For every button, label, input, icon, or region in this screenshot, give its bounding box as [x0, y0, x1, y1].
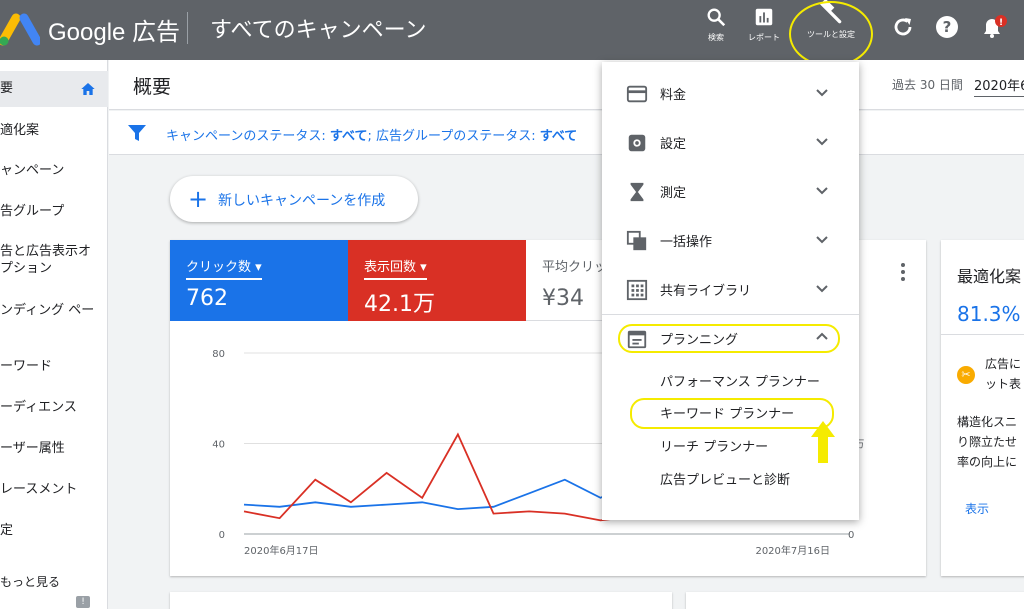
metric-impressions[interactable]: 表示回数 ▾ 42.1万: [348, 240, 526, 321]
new-campaign-label: 新しいキャンペーンを作成: [218, 193, 386, 209]
search-button[interactable]: 検索: [700, 6, 732, 43]
help-icon[interactable]: ?: [935, 15, 959, 39]
refresh-icon[interactable]: [891, 15, 915, 39]
grid-icon: [626, 279, 648, 301]
submenu-reach-planner[interactable]: リーチ プランナー: [660, 436, 768, 455]
sidebar-item-overview[interactable]: 要: [0, 71, 108, 107]
scissors-icon: ✂: [957, 366, 975, 384]
hourglass-icon: [630, 182, 644, 202]
metric-avg-cpc[interactable]: 平均クリッ ¥34: [526, 240, 602, 321]
chevron-down-icon: [816, 236, 828, 244]
brand-name: Google 広告: [48, 19, 181, 46]
google-ads-logo-icon: [0, 13, 40, 46]
menu-item-label: 設定: [660, 137, 687, 152]
view-link[interactable]: 表示: [965, 500, 989, 517]
new-campaign-button[interactable]: + 新しいキャンペーンを作成: [170, 176, 418, 222]
menu-item-label: 共有ライブラリ: [660, 284, 752, 299]
chevron-down-icon: [816, 138, 828, 146]
keyword-planner-highlight: [630, 398, 834, 429]
date-range-selector[interactable]: 2020年6: [974, 75, 1024, 97]
y-tick-label-left: 0: [219, 530, 225, 541]
sidebar-item-demographics[interactable]: ーザー属性: [0, 440, 108, 457]
bottom-card-right: [686, 592, 1024, 609]
chevron-down-icon: [816, 285, 828, 293]
sidebar-item-landing-pages[interactable]: ンディング ペー: [0, 302, 108, 319]
y-tick-label-left: 80: [212, 349, 225, 360]
bottom-card-left: [170, 592, 672, 609]
menu-item-label: 一括操作: [660, 235, 713, 250]
menu-item-bulk-actions[interactable]: 一括操作: [602, 220, 859, 260]
filter-icon[interactable]: [127, 124, 147, 142]
sidebar-item-recommendations[interactable]: 適化案: [0, 122, 108, 139]
tools-settings-menu: 料金 設定 測定 一括操作 共有ライブラリ プランニング パフォーマンス プラン…: [602, 62, 859, 520]
credit-card-icon: [626, 85, 648, 103]
chevron-down-icon: [816, 89, 828, 97]
search-icon: [707, 8, 726, 27]
menu-item-billing[interactable]: 料金: [602, 73, 859, 113]
metric-clicks[interactable]: クリック数 ▾ 762: [170, 240, 348, 321]
more-options-icon[interactable]: [899, 262, 907, 282]
recommendation-text: 広告に ット表: [985, 357, 1022, 391]
recommendation-description: 構造化スニ り際立たせ 率の向上に: [957, 415, 1018, 469]
chevron-down-icon: [816, 187, 828, 195]
sidebar-item-audiences[interactable]: ーディエンス: [0, 399, 108, 416]
sidebar-item-ads-extensions[interactable]: 告と広告表示オプション: [0, 243, 100, 277]
submenu-ad-preview-diagnosis[interactable]: 広告プレビューと診断: [660, 469, 790, 488]
metric-impressions-value: 42.1万: [364, 292, 435, 317]
menu-item-setup[interactable]: 設定: [602, 122, 859, 162]
search-button-label: 検索: [708, 33, 724, 42]
sidebar-item-campaigns[interactable]: ャンペーン: [0, 162, 108, 179]
tools-highlight-ellipse: [789, 1, 873, 67]
date-range-label: 過去 30 日間: [892, 78, 963, 92]
notifications-bell-icon[interactable]: !: [980, 15, 1008, 39]
bar-chart-icon: [755, 8, 773, 26]
optimization-card-title: 最適化案: [957, 267, 1022, 286]
x-tick-label-start: 2020年6月17日: [244, 544, 319, 557]
metric-avg-cpc-value: ¥34: [542, 286, 584, 311]
planning-highlight: [618, 324, 840, 353]
menu-item-label: 測定: [660, 186, 687, 201]
up-arrow-annotation-icon: [811, 421, 835, 463]
y-tick-label-right: 0: [848, 530, 854, 541]
metric-avg-cpc-name: 平均クリッ: [542, 260, 602, 275]
optimization-card: 最適化案 81.3% ✂ 広告に ット表 構造化スニ り際立たせ 率の向上に 表…: [941, 240, 1024, 576]
divider: [941, 334, 1024, 335]
feedback-icon[interactable]: !: [76, 596, 90, 608]
svg-text:?: ?: [943, 18, 952, 36]
sidebar-item-placements[interactable]: レースメント: [0, 481, 108, 498]
home-icon: [81, 83, 95, 95]
page-header: 概要 過去 30 日間 2020年6: [109, 60, 1024, 110]
svg-text:!: !: [999, 18, 1003, 28]
brand-divider: [187, 12, 188, 44]
sidebar-item-ad-groups[interactable]: 告グループ: [0, 203, 108, 220]
metric-clicks-name: クリック数 ▾: [186, 256, 262, 280]
metric-clicks-value: 762: [186, 286, 228, 311]
optimization-score: 81.3%: [957, 302, 1021, 326]
chart-y-ticks-left: 80 40 0: [212, 349, 225, 541]
account-heading: すべてのキャンペーン: [210, 18, 427, 43]
top-bar: Google 広告 すべてのキャンペーン 検索 レポート ツールと設定 ? !: [0, 0, 1024, 67]
copy-icon: [626, 230, 647, 251]
filter-bar: キャンペーンのステータス: すべて; 広告グループのステータス: すべて: [109, 111, 1024, 155]
sidebar-item-more[interactable]: もっと見る: [0, 574, 108, 591]
plus-icon: +: [188, 185, 209, 213]
x-tick-label-end: 2020年7月16日: [755, 544, 830, 557]
metric-impressions-name: 表示回数 ▾: [364, 256, 427, 280]
gear-icon: [628, 134, 646, 152]
reports-button-label: レポート: [748, 33, 780, 42]
y-tick-label-left: 40: [212, 440, 225, 451]
reports-button[interactable]: レポート: [744, 6, 784, 43]
menu-item-shared-library[interactable]: 共有ライブラリ: [602, 269, 859, 309]
filter-summary[interactable]: キャンペーンのステータス: すべて; 広告グループのステータス: すべて: [166, 125, 577, 144]
submenu-performance-planner[interactable]: パフォーマンス プランナー: [660, 371, 820, 390]
page-title: 概要: [133, 76, 172, 98]
menu-item-label: 料金: [660, 88, 687, 103]
sidebar: 要 適化案 ャンペーン 告グループ 告と広告表示オプション ンディング ペー ー…: [0, 60, 108, 609]
sidebar-item-keywords[interactable]: ーワード: [0, 358, 108, 375]
sidebar-item-label: 要: [0, 81, 14, 96]
menu-item-measurement[interactable]: 測定: [602, 171, 859, 211]
menu-divider: [602, 314, 859, 315]
sidebar-item-settings[interactable]: 定: [0, 522, 108, 539]
